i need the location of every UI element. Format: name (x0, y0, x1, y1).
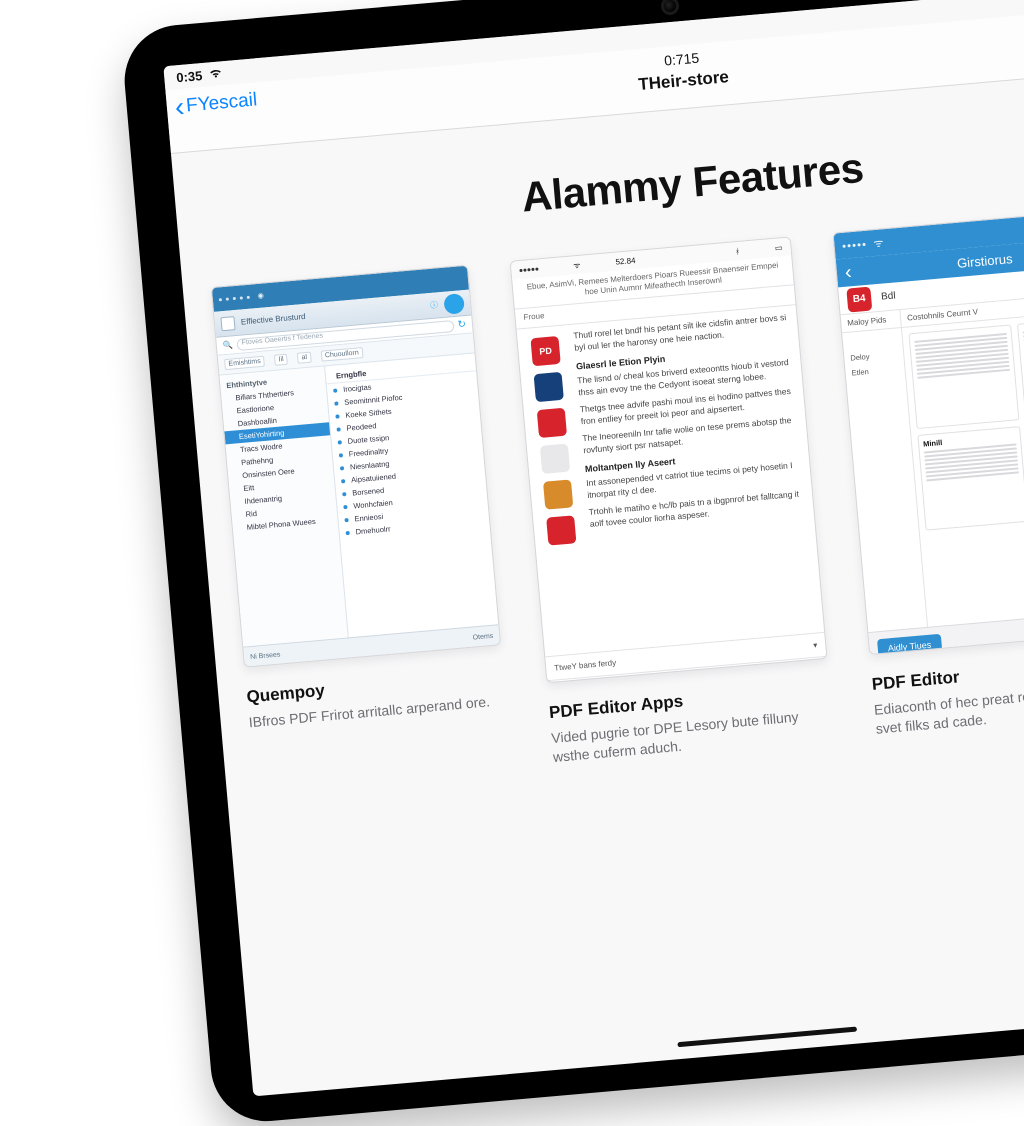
doc-thumbnail[interactable]: Minill (917, 426, 1024, 531)
status-time: 52.84 (615, 255, 636, 266)
chevron-down-icon: ▾ (813, 640, 818, 649)
pdf-icon[interactable]: PD (530, 336, 560, 366)
recent-icon[interactable]: ↻ (457, 319, 466, 331)
subtab[interactable]: al (297, 352, 311, 364)
bottom-label: Ni Brsees (250, 651, 281, 661)
screenshot-1: ◉ Efflective Brusturd ⓘ 🔍 Ftoves Oaeerti… (211, 265, 501, 668)
s1-toolbar-title: Efflective Brusturd (241, 312, 306, 327)
doc-badge-icon: B4 (846, 286, 872, 312)
folder-icon[interactable] (543, 479, 573, 509)
app-icon[interactable] (540, 443, 570, 473)
chevron-left-icon[interactable]: ‹ (844, 261, 853, 284)
back-label: FYescail (185, 89, 258, 117)
subtab[interactable]: Chuoullorn (321, 347, 364, 362)
feature-card-2[interactable]: ᯤ 52.84 ᚼ ▭ Ebue, AsimVi, Remees Melterd… (510, 236, 835, 767)
front-camera (663, 0, 676, 12)
wifi-icon (208, 66, 224, 82)
tablet-frame: 0:35 ‹ FYescail 0:715 THeir-store O Alam… (120, 0, 1024, 1126)
feature-card-1[interactable]: ◉ Efflective Brusturd ⓘ 🔍 Ftoves Oaeerti… (211, 265, 507, 733)
app-icon[interactable] (537, 407, 567, 437)
battery-icon: ▭ (774, 243, 782, 253)
screenshot-2: ᯤ 52.84 ᚼ ▭ Ebue, AsimVi, Remees Melterd… (510, 236, 828, 683)
tool-icon[interactable] (220, 316, 235, 331)
info-icon[interactable]: ⓘ (430, 299, 439, 311)
screenshot-3: ᯤ ‹ Girstiorus B4 Bdl Maloy Pids (832, 208, 1024, 655)
chevron-left-icon: ‹ (174, 93, 186, 122)
card-title: PDF Editor (871, 650, 1024, 695)
s2-article: Thutl rorel let bndf his petant silt ike… (573, 311, 818, 645)
tab[interactable]: Froue (515, 306, 553, 328)
wifi-icon: ᯤ (573, 259, 581, 271)
status-time: 0:35 (176, 68, 203, 85)
rail-item[interactable]: Etlen (849, 361, 901, 380)
app-icon[interactable] (546, 515, 576, 545)
wifi-icon: ᯤ (873, 235, 884, 251)
s1-list: Erngbfle Irocigtas Seomitnnit Piofoc Koe… (325, 353, 498, 637)
search-icon: 🔍 (223, 340, 234, 350)
doc-badge-label: Bdl (881, 290, 896, 302)
home-indicator[interactable] (677, 1027, 857, 1048)
tabbar-item[interactable]: ao (436, 646, 501, 667)
doc-thumbnail[interactable] (908, 324, 1019, 429)
wifi-icon: ◉ (257, 291, 264, 300)
cards-row: ◉ Efflective Brusturd ⓘ 🔍 Ftoves Oaeerti… (211, 202, 1024, 794)
feature-card-3[interactable]: ᯤ ‹ Girstiorus B4 Bdl Maloy Pids (832, 208, 1024, 740)
screen: 0:35 ‹ FYescail 0:715 THeir-store O Alam… (163, 0, 1024, 1096)
app-icon[interactable] (534, 372, 564, 402)
subtab[interactable]: Iil (274, 354, 288, 366)
subtab[interactable]: Emishtims (224, 356, 265, 370)
primary-button[interactable]: Aidly Tiues (877, 633, 942, 655)
bottom-label: Otems (472, 633, 493, 642)
bluetooth-icon: ᚼ (735, 246, 741, 255)
round-action-icon[interactable] (443, 293, 465, 315)
